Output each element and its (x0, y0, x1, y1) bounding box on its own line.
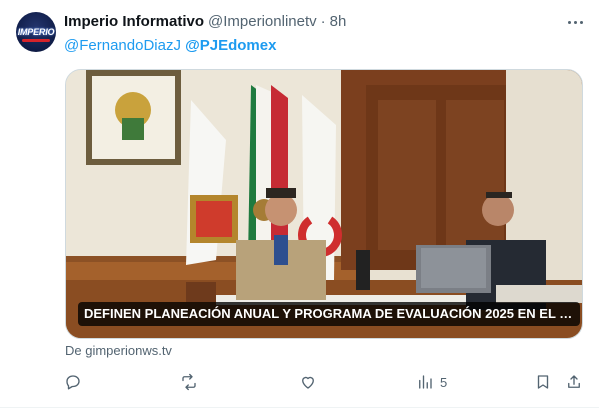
reply-button[interactable] (64, 370, 88, 394)
views-icon (419, 375, 432, 389)
timestamp[interactable]: 8h (330, 12, 347, 32)
avatar-logo-swoosh (22, 39, 50, 42)
mention-link[interactable]: @FernandoDiazJ (64, 37, 181, 54)
like-button[interactable] (299, 370, 323, 394)
tweet-text: @FernandoDiazJ @PJEdomex (64, 36, 276, 56)
avatar-logo-text: IMPERIO (17, 27, 55, 37)
card-headline: DEFINEN PLANEACIÓN ANUAL Y PROGRAMA DE E… (78, 302, 580, 326)
avatar[interactable]: IMPERIO (16, 12, 56, 52)
views-count: 5 (440, 374, 448, 390)
bookmark-icon (537, 375, 549, 389)
card-source[interactable]: De gimperionws.tv (65, 343, 172, 359)
mention-link[interactable]: @PJEdomex (185, 37, 276, 54)
more-icon[interactable] (565, 12, 585, 32)
display-name[interactable]: Imperio Informativo (64, 12, 204, 32)
retweet-button[interactable] (180, 370, 204, 394)
reply-icon (66, 375, 80, 390)
card-image (66, 70, 582, 338)
share-icon (568, 375, 580, 388)
tweet[interactable]: IMPERIO Imperio Informativo @Imperionlin… (0, 0, 599, 408)
tweet-header: Imperio Informativo @Imperionlinetv · 8h (64, 12, 346, 32)
share-button[interactable] (565, 370, 583, 394)
views-button[interactable]: 5 (416, 370, 447, 394)
retweet-icon (182, 373, 196, 391)
separator-dot: · (320, 13, 326, 30)
action-bar: 5 (56, 370, 596, 394)
like-icon (302, 376, 314, 389)
bookmark-button[interactable] (534, 370, 552, 394)
user-handle[interactable]: @Imperionlinetv (208, 12, 317, 32)
link-card[interactable]: DEFINEN PLANEACIÓN ANUAL Y PROGRAMA DE E… (65, 69, 583, 339)
